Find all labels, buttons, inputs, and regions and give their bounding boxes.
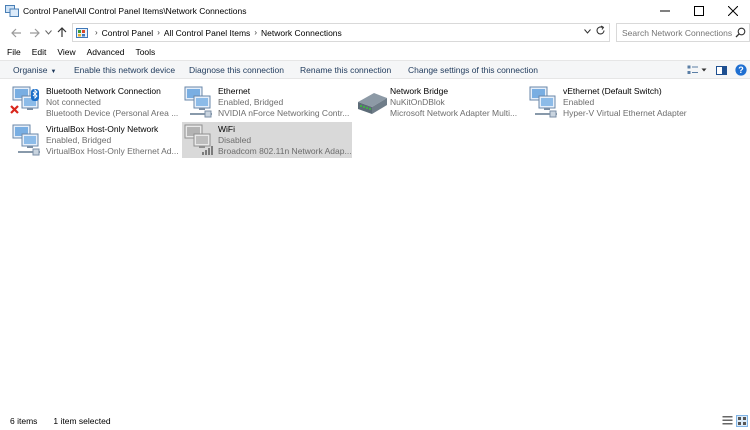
item-device: Broadcom 802.11n Network Adap... [218,146,352,156]
refresh-button[interactable] [595,25,606,39]
list-item-wifi[interactable]: WiFi Disabled Broadcom 802.11n Network A… [182,122,352,158]
list-item-ethernet[interactable]: Ethernet Enabled, Bridged NVIDIA nForce … [182,84,352,120]
menu-edit[interactable]: Edit [32,47,47,57]
list-item-bluetooth-network[interactable]: Bluetooth Network Connection Not connect… [10,84,180,120]
back-button[interactable] [7,24,25,42]
network-bridge-icon [354,84,390,120]
recent-locations-button[interactable] [43,24,53,42]
forward-button[interactable] [25,24,43,42]
caret-down-icon: ▼ [50,69,57,75]
search-box[interactable] [616,23,750,42]
help-icon: ? [735,64,747,76]
window-title: Control Panel\All Control Panel Items\Ne… [23,5,247,16]
svg-text:?: ? [738,65,744,75]
view-tiles-icon [687,65,698,74]
organise-button[interactable]: Organise ▼ [13,65,56,75]
breadcrumb-control-panel[interactable]: Control Panel [102,28,154,38]
item-name: WiFi [218,124,235,134]
wifi-network-icon [182,122,218,158]
minimize-icon [660,10,670,11]
item-status: Enabled, Bridged [46,135,112,145]
item-device: Bluetooth Device (Personal Area ... [46,108,179,118]
rename-button[interactable]: Rename this connection [300,65,391,75]
close-button[interactable] [716,0,750,21]
title-bar: Control Panel\All Control Panel Items\Ne… [0,0,750,21]
item-count: 6 items [10,416,38,426]
chevron-down-icon [44,30,52,35]
item-status: Enabled [563,97,595,107]
item-name: vEthernet (Default Switch) [563,86,662,96]
ethernet-network-icon [182,84,218,120]
connections-list: Bluetooth Network Connection Not connect… [0,80,750,410]
tiles-view-button[interactable] [736,415,748,427]
item-name: Bluetooth Network Connection [46,86,161,96]
item-name: Ethernet [218,86,251,96]
maximize-button[interactable] [682,0,716,21]
breadcrumb-separator[interactable]: › [157,28,160,37]
preview-pane-icon [715,65,727,75]
menu-bar: File Edit View Advanced Tools [0,44,750,60]
network-connections-icon [5,4,19,17]
details-view-button[interactable] [722,415,734,427]
list-item-vethernet[interactable]: vEthernet (Default Switch) Enabled Hyper… [527,84,697,120]
enable-device-button[interactable]: Enable this network device [74,65,175,75]
search-icon[interactable] [735,27,746,40]
menu-file[interactable]: File [7,47,21,57]
arrow-up-icon [57,27,67,37]
item-device: VirtualBox Host-Only Ethernet Ad... [46,146,179,156]
item-status: NuKitOnDBlok [390,97,445,107]
control-panel-icon [76,27,88,38]
change-settings-button[interactable]: Change settings of this connection [408,65,538,75]
close-icon [728,5,738,16]
selection-count: 1 item selected [53,416,111,426]
menu-view[interactable]: View [57,47,75,57]
diagnose-button[interactable]: Diagnose this connection [189,65,284,75]
command-bar: Organise ▼ Enable this network device Dia… [0,60,750,79]
vethernet-network-icon [527,84,563,120]
list-item-network-bridge[interactable]: Network Bridge NuKitOnDBlok Microsoft Ne… [354,84,524,120]
change-view-button[interactable] [686,65,708,75]
list-item-virtualbox-network[interactable]: VirtualBox Host-Only Network Enabled, Br… [10,122,180,158]
breadcrumb-separator[interactable]: › [254,28,257,37]
item-device: NVIDIA nForce Networking Contr... [218,108,350,118]
breadcrumb-separator: › [95,28,98,37]
bluetooth-network-icon [10,84,46,120]
arrow-right-icon [29,28,40,37]
help-button[interactable]: ? [732,64,750,76]
refresh-icon [596,25,605,35]
item-device: Hyper-V Virtual Ethernet Adapter [563,108,687,118]
up-button[interactable] [53,24,71,42]
chevron-down-icon [701,68,707,72]
menu-advanced[interactable]: Advanced [87,47,125,57]
item-name: VirtualBox Host-Only Network [46,124,159,134]
tiles-view-icon [738,417,746,425]
status-bar: 6 items 1 item selected [0,412,750,430]
chevron-down-icon [584,29,591,34]
address-history-button[interactable] [584,27,591,36]
address-bar[interactable]: › Control Panel › All Control Panel Item… [72,23,610,42]
organise-label: Organise [13,65,48,75]
item-name: Network Bridge [390,86,449,96]
item-device: Microsoft Network Adapter Multi... [390,108,518,118]
item-status: Enabled, Bridged [218,97,284,107]
virtualbox-network-icon [10,122,46,158]
preview-pane-button[interactable] [712,65,730,75]
breadcrumb-network-connections[interactable]: Network Connections [261,28,342,38]
breadcrumb-all-items[interactable]: All Control Panel Items [164,28,250,38]
arrow-left-icon [10,28,21,37]
item-status: Not connected [46,97,101,107]
minimize-button[interactable] [648,0,682,21]
details-view-icon [722,416,733,425]
address-row: › Control Panel › All Control Panel Item… [0,21,750,44]
maximize-icon [694,5,704,16]
item-status: Disabled [218,135,252,145]
search-input[interactable] [622,27,740,38]
menu-tools[interactable]: Tools [135,47,155,57]
